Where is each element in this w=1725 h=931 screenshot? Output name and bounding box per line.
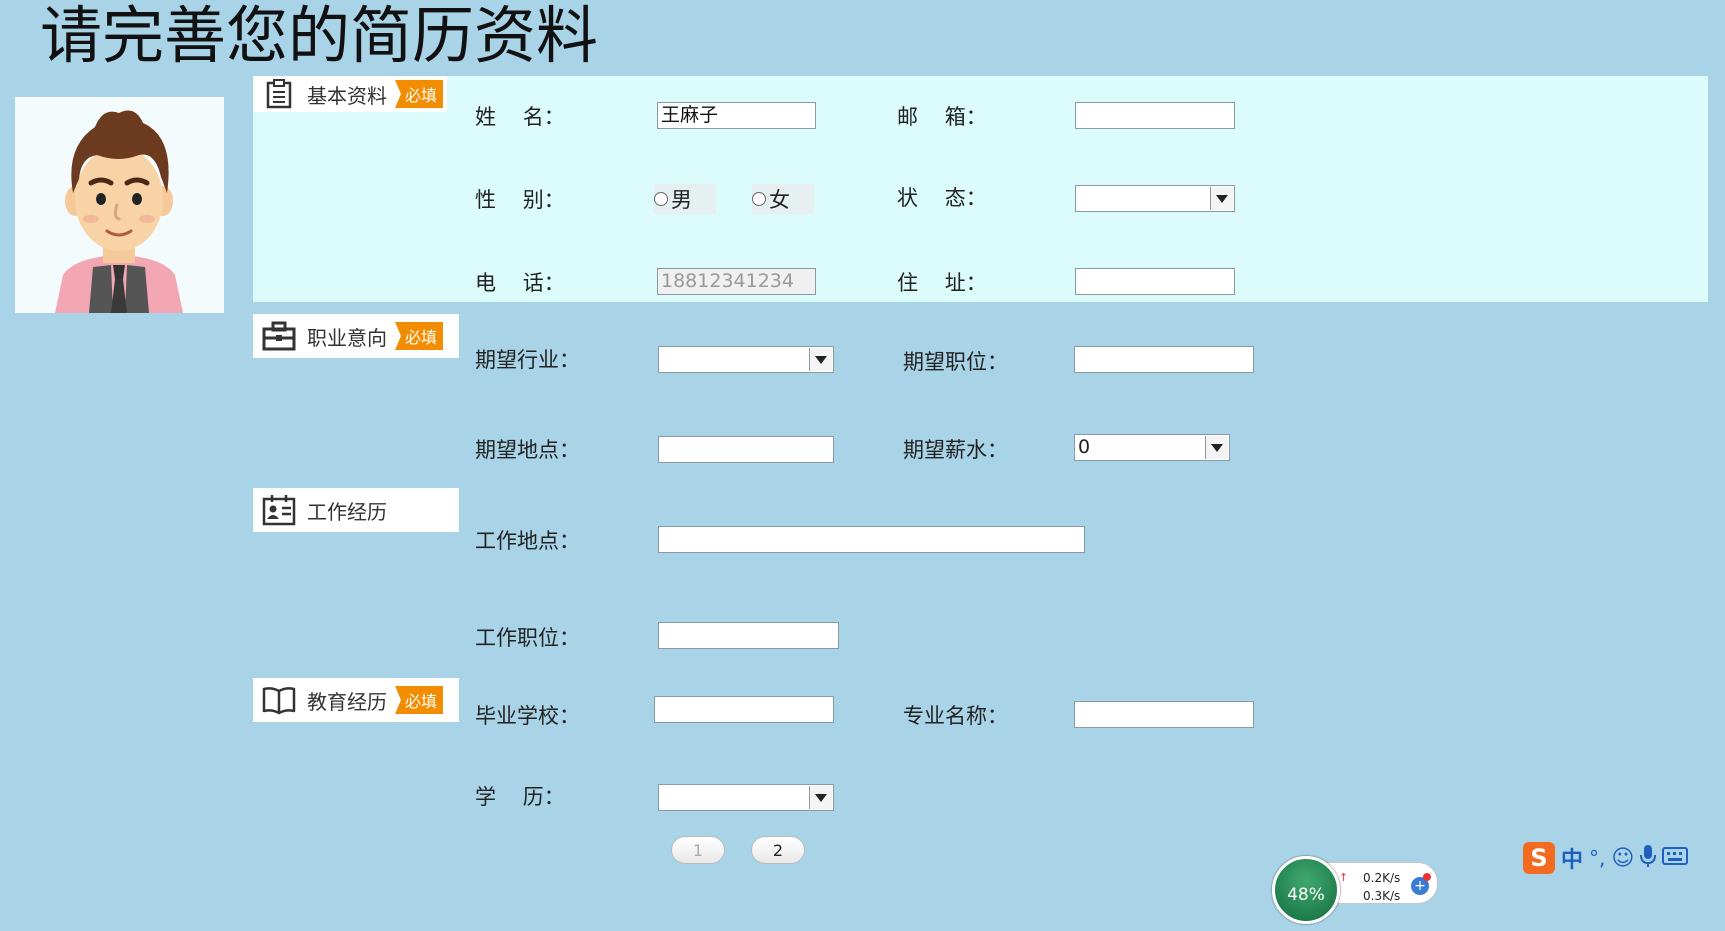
pager-page-2[interactable]: 2 <box>751 836 805 864</box>
salary-select[interactable]: 0 <box>1074 434 1230 461</box>
phone-input[interactable]: 18812341234 <box>657 268 816 295</box>
status-select[interactable] <box>1075 185 1235 212</box>
radio-circle-icon[interactable] <box>752 192 766 206</box>
ime-toolbar: S 中 °, ☺ <box>1523 838 1725 878</box>
school-input[interactable] <box>654 696 834 723</box>
gender-option-male-label: 男 <box>671 188 692 212</box>
sogou-logo-icon[interactable]: S <box>1523 842 1555 874</box>
industry-select[interactable] <box>658 346 834 373</box>
status-label: 状 态： <box>897 186 987 210</box>
email-input[interactable] <box>1075 102 1235 129</box>
book-icon <box>259 685 299 715</box>
gender-radio-female[interactable]: 女 <box>752 184 814 214</box>
download-speed: 0.3K/s <box>1363 889 1401 901</box>
id-card-icon <box>259 494 299 526</box>
email-label: 邮 箱： <box>897 105 987 129</box>
section-label-education: 教育经历 <box>307 689 387 714</box>
gender-radio-male[interactable]: 男 <box>654 184 716 214</box>
school-label: 毕业学校： <box>475 704 580 728</box>
clipboard-icon <box>259 79 299 109</box>
section-tab-career: 职业意向 必填 <box>253 314 459 358</box>
gender-option-female-label: 女 <box>769 188 790 212</box>
punctuation-icon[interactable]: °, <box>1589 846 1605 870</box>
chevron-down-icon[interactable] <box>1205 436 1228 459</box>
upload-arrow-icon: ↑ <box>1339 871 1349 884</box>
required-badge: 必填 <box>395 686 444 714</box>
speed-ball[interactable]: 48% <box>1272 856 1340 924</box>
radio-circle-icon[interactable] <box>654 192 668 206</box>
degree-select[interactable] <box>658 784 834 811</box>
required-badge: 必填 <box>395 80 444 108</box>
keyboard-icon[interactable] <box>1662 847 1689 869</box>
location-label: 期望地点： <box>475 438 580 462</box>
position-label: 期望职位： <box>903 350 1008 374</box>
section-label-work: 工作经历 <box>307 499 387 524</box>
briefcase-icon <box>259 321 299 351</box>
avatar <box>15 97 224 313</box>
name-label: 姓 名： <box>475 105 565 129</box>
name-input[interactable]: 王麻子 <box>657 102 816 129</box>
degree-label: 学 历： <box>475 785 565 809</box>
emoji-icon[interactable]: ☺ <box>1611 846 1634 871</box>
gender-label: 性 别： <box>475 188 565 212</box>
work-position-label: 工作职位： <box>475 626 580 650</box>
position-input[interactable] <box>1074 346 1254 373</box>
address-input[interactable] <box>1075 268 1235 295</box>
upload-speed: 0.2K/s <box>1363 871 1401 885</box>
chevron-down-icon[interactable] <box>809 348 832 371</box>
section-tab-basic: 基本资料 必填 <box>253 76 447 112</box>
ime-mode-toggle[interactable]: 中 <box>1561 842 1583 874</box>
industry-label: 期望行业： <box>475 348 580 372</box>
chevron-down-icon[interactable] <box>809 786 832 809</box>
address-label: 住 址： <box>897 271 987 295</box>
required-badge: 必填 <box>395 322 444 350</box>
major-label: 专业名称： <box>903 704 1008 728</box>
microphone-icon[interactable] <box>1640 844 1657 872</box>
section-label-career: 职业意向 <box>307 325 387 350</box>
major-input[interactable] <box>1074 701 1254 728</box>
notification-dot <box>1423 873 1431 881</box>
chevron-down-icon[interactable] <box>1210 187 1233 210</box>
work-location-label: 工作地点： <box>475 529 580 553</box>
location-input[interactable] <box>658 436 834 463</box>
pager-page-1[interactable]: 1 <box>671 836 725 864</box>
salary-label: 期望薪水： <box>903 438 1008 462</box>
page-title: 请完善您的简历资料 <box>40 0 599 72</box>
avatar-illustration <box>55 110 183 313</box>
work-location-input[interactable] <box>658 526 1085 553</box>
section-tab-work: 工作经历 <box>253 488 459 532</box>
section-tab-education: 教育经历 必填 <box>253 678 459 722</box>
work-position-input[interactable] <box>658 622 839 649</box>
salary-select-value: 0 <box>1078 436 1091 458</box>
phone-label: 电 话： <box>475 271 565 295</box>
section-label-basic: 基本资料 <box>307 83 387 108</box>
